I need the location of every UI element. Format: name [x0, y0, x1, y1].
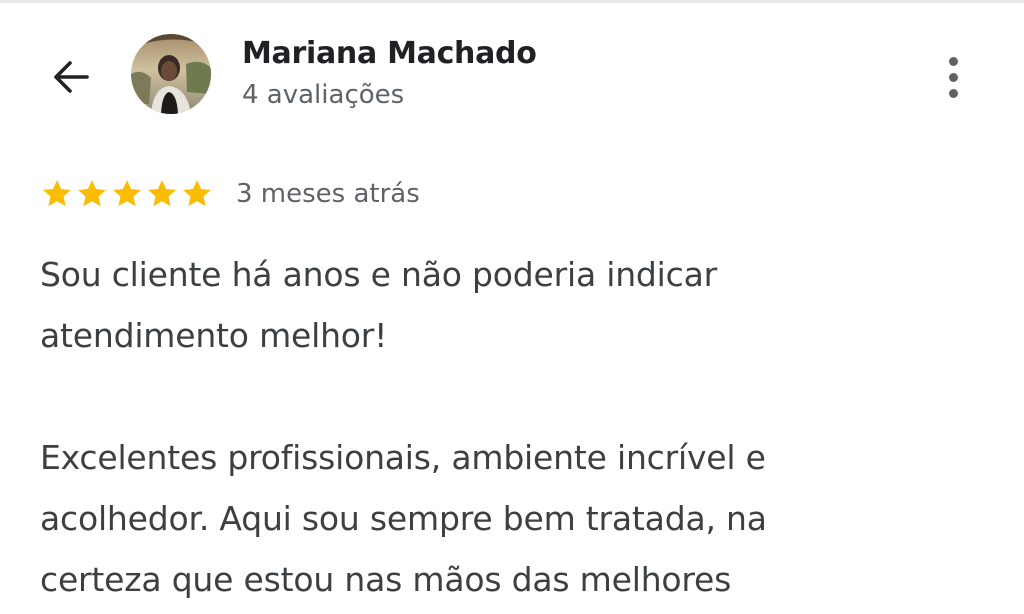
- avatar-image: [131, 34, 211, 114]
- star-icon: [113, 180, 141, 207]
- reviewer-name[interactable]: Mariana Machado: [242, 36, 537, 71]
- top-divider: [0, 0, 1024, 3]
- arrow-back-icon: [54, 61, 89, 93]
- review-text: Sou cliente há anos e não poderia indica…: [40, 244, 940, 610]
- more-options-button[interactable]: [930, 50, 976, 104]
- star-icon: [78, 180, 106, 207]
- more-vert-icon-dot: [948, 72, 958, 82]
- review-text-line: [40, 366, 940, 427]
- star-icon: [183, 180, 211, 207]
- avatar[interactable]: [131, 34, 211, 114]
- review-text-line: atendimento melhor!: [40, 316, 388, 355]
- rating-row: 3 meses atrás: [40, 174, 420, 214]
- review-text-line: Excelentes profissionais, ambiente incrí…: [40, 438, 766, 477]
- back-button[interactable]: [44, 50, 98, 104]
- star-icon: [43, 180, 71, 207]
- review-text-line: certeza que estou nas mãos das melhores: [40, 560, 732, 599]
- review-date: 3 meses atrás: [236, 179, 420, 209]
- review-text-line: Sou cliente há anos e não poderia indica…: [40, 255, 717, 294]
- star-icon: [148, 180, 176, 207]
- review-screen: Mariana Machado 4 avaliações 3 meses atr…: [0, 0, 1024, 614]
- more-vert-icon-dot: [948, 56, 958, 66]
- more-vert-icon-dot: [948, 88, 958, 98]
- review-text-line: acolhedor. Aqui sou sempre bem tratada, …: [40, 499, 767, 538]
- review-count[interactable]: 4 avaliações: [242, 80, 404, 110]
- star-rating: [40, 177, 214, 211]
